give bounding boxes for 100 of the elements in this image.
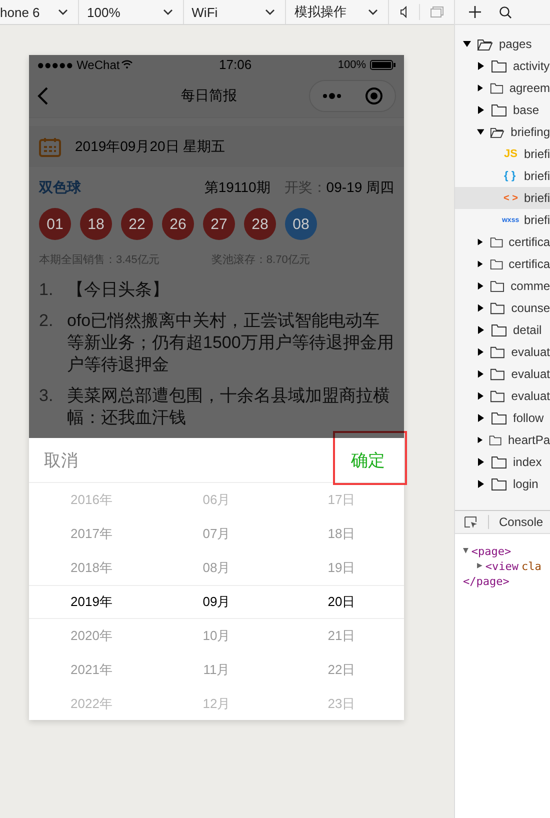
device-dropdown[interactable]: WiFi xyxy=(184,0,286,24)
file-tree-item[interactable]: certifica xyxy=(455,253,550,275)
collapsed-arrow-icon[interactable] xyxy=(477,414,485,422)
file-type-label: JS xyxy=(504,148,518,160)
clock-time: 17:06 xyxy=(219,57,252,72)
file-tree-item[interactable]: base xyxy=(455,99,550,121)
cancel-button[interactable]: 取消 xyxy=(44,438,78,482)
expanded-arrow-icon[interactable] xyxy=(463,40,471,48)
close-target-icon[interactable] xyxy=(365,86,384,105)
list-number: 1. xyxy=(39,279,54,301)
file-tree-item[interactable]: follow xyxy=(455,407,550,429)
file-tree-item[interactable]: login xyxy=(455,473,550,495)
file-tree-item[interactable]: evaluat xyxy=(455,385,550,407)
caret-icon xyxy=(162,9,173,15)
file-tree-item[interactable]: activity xyxy=(455,55,550,77)
lottery-ball: 08 xyxy=(285,208,317,240)
issue-number: 第19110期 xyxy=(204,179,270,197)
folder-icon xyxy=(490,302,506,314)
folder-icon xyxy=(490,368,506,380)
file-tree-item[interactable]: evaluat xyxy=(455,363,550,385)
caret-icon xyxy=(368,9,378,15)
file-tree-item[interactable]: < > briefi xyxy=(455,187,550,209)
lottery-ball: 26 xyxy=(162,208,194,240)
collapsed-arrow-icon[interactable] xyxy=(477,480,485,488)
folder-icon xyxy=(491,412,507,424)
code-tag: <page> xyxy=(471,544,512,559)
file-type-label: { } xyxy=(504,170,517,182)
device-dropdown[interactable]: hone 6 xyxy=(0,0,80,24)
search-icon[interactable] xyxy=(499,6,512,18)
folder-icon xyxy=(489,434,502,446)
collapsed-arrow-icon[interactable] xyxy=(477,260,484,268)
file-tree-item[interactable]: comme xyxy=(455,275,550,297)
lottery-ball: 28 xyxy=(244,208,276,240)
file-tree-item[interactable]: evaluat xyxy=(455,341,550,363)
device-dropdown[interactable]: 100% xyxy=(79,0,184,24)
file-tree-item[interactable]: certifica xyxy=(455,231,550,253)
folder-icon xyxy=(491,478,507,490)
carrier-label: ●●●●● WeChat xyxy=(37,58,120,72)
collapsed-arrow-icon[interactable] xyxy=(477,348,484,356)
news-item: 【今日头条】 xyxy=(67,279,169,301)
battery-icon xyxy=(370,60,396,70)
picker-option[interactable]: 09月 xyxy=(202,585,230,619)
add-icon[interactable] xyxy=(469,6,481,18)
file-tree-item[interactable]: index xyxy=(455,451,550,473)
caret-icon xyxy=(58,9,68,15)
inspect-icon[interactable] xyxy=(464,516,478,528)
collapsed-arrow-icon[interactable] xyxy=(477,370,484,378)
folder-icon xyxy=(490,346,506,358)
date-label: 2019年09月20日 星期五 xyxy=(75,138,226,156)
folder-icon xyxy=(491,324,507,336)
device-dropdown[interactable]: 模拟操作 xyxy=(286,0,389,24)
folder-icon xyxy=(490,236,503,248)
file-tree-item[interactable]: heartPa xyxy=(455,429,550,451)
toggle-arrow[interactable]: ▼ xyxy=(463,544,468,559)
file-tree-item[interactable]: pages xyxy=(455,33,550,55)
file-tree-item[interactable]: briefing xyxy=(455,121,550,143)
news-item: ofo已悄然搬离中关村，正尝试智能电动车等新业务；仍有超1500万用户等待退押金用户等待退押金 xyxy=(67,310,394,376)
lottery-ball: 18 xyxy=(80,208,112,240)
lottery-ball: 22 xyxy=(121,208,153,240)
code-tag: <view xyxy=(485,559,519,574)
collapsed-arrow-icon[interactable] xyxy=(477,436,484,444)
collapsed-arrow-icon[interactable] xyxy=(477,304,484,312)
file-tree-item[interactable]: agreem xyxy=(455,77,550,99)
code-tag: </page> xyxy=(463,574,510,589)
file-tree-item[interactable]: { } briefi xyxy=(455,165,550,187)
page-title: 每日简报 xyxy=(181,86,237,105)
picker-option[interactable]: 2019年 xyxy=(70,585,112,619)
file-tree-item[interactable]: JS briefi xyxy=(455,143,550,165)
file-tree-item[interactable]: detail xyxy=(455,319,550,341)
expanded-arrow-icon[interactable] xyxy=(477,128,484,136)
lottery-ball: 01 xyxy=(39,208,71,240)
folder-icon xyxy=(490,258,503,270)
back-icon[interactable] xyxy=(37,86,49,105)
battery-percent: 100% xyxy=(338,58,366,71)
picker-option[interactable]: 20日 xyxy=(328,585,356,619)
caret-icon xyxy=(265,9,276,15)
collapsed-arrow-icon[interactable] xyxy=(477,62,485,70)
collapsed-arrow-icon[interactable] xyxy=(477,84,484,92)
folder-icon xyxy=(491,104,507,116)
toggle-arrow[interactable]: ▶ xyxy=(477,559,482,574)
file-type-label: < > xyxy=(504,192,518,204)
news-item: 美菜网总部遭包围，十余名县域加盟商拉横幅：还我血汗钱 xyxy=(67,385,391,429)
more-icon[interactable] xyxy=(322,92,342,99)
lottery-ball: 27 xyxy=(203,208,235,240)
collapsed-arrow-icon[interactable] xyxy=(477,458,485,466)
list-number: 2. xyxy=(39,310,54,332)
collapsed-arrow-icon[interactable] xyxy=(477,282,484,290)
speaker-icon[interactable] xyxy=(399,6,409,18)
collapsed-arrow-icon[interactable] xyxy=(477,238,484,246)
collapsed-arrow-icon[interactable] xyxy=(477,326,485,334)
folder-icon xyxy=(490,280,505,292)
wifi-icon xyxy=(120,60,133,70)
folder-icon xyxy=(491,456,507,468)
collapsed-arrow-icon[interactable] xyxy=(477,392,484,400)
folder-icon xyxy=(491,60,507,72)
file-tree-item[interactable]: counse xyxy=(455,297,550,319)
capsule-menu[interactable] xyxy=(309,80,396,112)
collapsed-arrow-icon[interactable] xyxy=(477,106,485,114)
lottery-name: 双色球 xyxy=(39,179,82,197)
folder-icon xyxy=(490,82,504,94)
